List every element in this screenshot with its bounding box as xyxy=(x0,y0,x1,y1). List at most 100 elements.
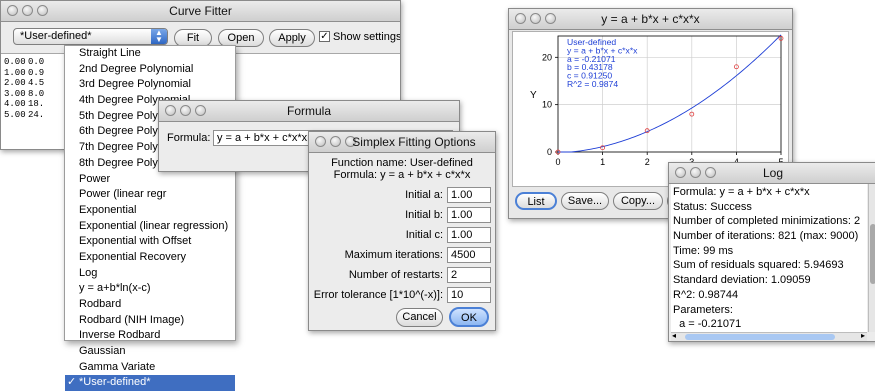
menu-item-label: Power xyxy=(79,173,110,185)
window-title: Simplex Fitting Options xyxy=(333,135,495,149)
data-y: 8.0 xyxy=(28,89,44,99)
close-icon[interactable] xyxy=(315,136,326,147)
data-row: 0.000.0 xyxy=(4,57,44,68)
menu-item[interactable]: 3rd Degree Polynomial xyxy=(65,77,235,93)
fit-type-menu: Straight Line 2nd Degree Polynomial 3rd De… xyxy=(64,45,236,341)
show-settings-checkbox[interactable]: ✓ xyxy=(319,31,330,42)
menu-item[interactable]: Straight Line xyxy=(65,46,235,62)
data-row: 5.0024. xyxy=(4,110,44,121)
log-line: Number of completed minimizations: 2 xyxy=(673,214,860,229)
cancel-button[interactable]: Cancel xyxy=(396,308,443,327)
menu-item[interactable]: Gaussian xyxy=(65,344,235,360)
menu-item[interactable]: Gamma Variate xyxy=(65,360,235,376)
x-tick-label: 0 xyxy=(555,157,560,167)
data-x: 2.00 xyxy=(4,78,28,89)
simplex-titlebar[interactable]: Simplex Fitting Options xyxy=(309,132,495,153)
data-x: 5.00 xyxy=(4,110,28,121)
log-line: Time: 99 ms xyxy=(673,244,860,259)
window-title: Formula xyxy=(159,104,459,118)
menu-item[interactable]: Power (linear regr xyxy=(65,187,235,203)
option-label: Number of restarts: xyxy=(349,269,443,281)
menu-item-label: *User-defined* xyxy=(79,376,151,388)
log-line: Status: Success xyxy=(673,200,860,215)
x-tick-label: 1 xyxy=(600,157,605,167)
log-lines: Formula: y = a + b*x + c*x*xStatus: Succ… xyxy=(673,185,860,332)
data-y: 0.0 xyxy=(28,57,44,67)
menu-item-label: Straight Line xyxy=(79,47,141,59)
menu-item[interactable]: Exponential (linear regression) xyxy=(65,219,235,235)
option-input[interactable]: 1.00 xyxy=(447,227,491,243)
option-label: Initial b: xyxy=(405,209,443,221)
scroll-thumb[interactable] xyxy=(685,334,835,340)
scroll-left-icon[interactable]: ◂ xyxy=(672,331,676,340)
window-title: y = a + b*x + c*x*x xyxy=(509,12,792,26)
menu-item[interactable]: Exponential xyxy=(65,203,235,219)
formula-line: Formula: y = a + b*x + c*x*x xyxy=(309,169,495,181)
log-line: Standard deviation: 1.09059 xyxy=(673,273,860,288)
menu-item[interactable]: Exponential with Offset xyxy=(65,234,235,250)
menu-item-label: Log xyxy=(79,267,97,279)
data-x: 3.00 xyxy=(4,89,28,100)
data-row: 2.004.5 xyxy=(4,78,44,89)
x-tick-label: 2 xyxy=(645,157,650,167)
log-line: Sum of residuals squared: 5.94693 xyxy=(673,258,860,273)
dropdown-value: *User-defined* xyxy=(20,30,92,42)
menu-item-label: 7th Degree Polyno xyxy=(79,141,170,153)
menu-item[interactable]: ✓*User-defined* xyxy=(65,375,235,391)
option-label: Initial c: xyxy=(406,229,443,241)
ok-button[interactable]: OK xyxy=(449,307,489,327)
menu-item[interactable]: Exponential Recovery xyxy=(65,250,235,266)
y-axis-label: Y xyxy=(530,90,537,101)
window-title: Log xyxy=(669,166,875,180)
apply-button[interactable]: Apply xyxy=(269,29,315,47)
menu-item[interactable]: Log xyxy=(65,266,235,282)
window-title: Curve Fitter xyxy=(1,4,400,18)
log-line: Number of iterations: 821 (max: 9000) xyxy=(673,229,860,244)
save-button[interactable]: Save... xyxy=(561,192,609,210)
data-x: 4.00 xyxy=(4,99,28,110)
copy-button[interactable]: Copy... xyxy=(613,192,663,210)
option-label: Error tolerance [1*10^(-x)]: xyxy=(314,289,443,301)
log-window: Log Formula: y = a + b*x + c*x*xStatus: … xyxy=(668,162,875,342)
log-line: Parameters: xyxy=(673,303,860,318)
log-titlebar[interactable]: Log xyxy=(669,163,875,184)
menu-item[interactable]: Power xyxy=(65,172,235,188)
menu-item-label: Exponential (linear regression) xyxy=(79,220,228,232)
menu-item-label: 2nd Degree Polynomial xyxy=(79,63,193,75)
y-tick-label: 10 xyxy=(542,100,552,110)
data-x: 0.00 xyxy=(4,57,28,68)
menu-item-label: 3rd Degree Polynomial xyxy=(79,78,191,90)
menu-item[interactable]: Rodbard (NIH Image) xyxy=(65,313,235,329)
scroll-thumb[interactable] xyxy=(870,224,875,284)
menu-item[interactable]: y = a+b*ln(x-c) xyxy=(65,281,235,297)
option-input[interactable]: 1.00 xyxy=(447,187,491,203)
fit-type-dropdown[interactable]: *User-defined* ▲▼ xyxy=(13,28,168,45)
menu-item-label: Exponential Recovery xyxy=(79,251,186,263)
data-y: 24. xyxy=(28,110,44,120)
checkmark-icon: ✓ xyxy=(67,375,76,391)
curve-fitter-titlebar[interactable]: Curve Fitter xyxy=(1,1,400,22)
menu-item-label: y = a+b*ln(x-c) xyxy=(79,282,151,294)
option-input[interactable]: 10 xyxy=(447,287,491,303)
menu-item[interactable]: Rodbard xyxy=(65,297,235,313)
scroll-right-icon[interactable]: ▸ xyxy=(861,331,865,340)
menu-item[interactable]: Inverse Rodbard xyxy=(65,328,235,344)
log-text-area[interactable]: Formula: y = a + b*x + c*x*xStatus: Succ… xyxy=(671,184,867,332)
menu-item[interactable]: 2nd Degree Polynomial xyxy=(65,62,235,78)
option-input[interactable]: 2 xyxy=(447,267,491,283)
plot-titlebar[interactable]: y = a + b*x + c*x*x xyxy=(509,9,792,30)
data-y: 4.5 xyxy=(28,78,44,88)
formula-titlebar[interactable]: Formula xyxy=(159,101,459,122)
data-y: 0.9 xyxy=(28,68,44,78)
option-input[interactable]: 4500 xyxy=(447,247,491,263)
menu-item-label: Rodbard xyxy=(79,298,121,310)
chevron-up-down-icon: ▲▼ xyxy=(151,29,167,44)
menu-item-label: 5th Degree Polyno xyxy=(79,110,170,122)
log-vertical-scrollbar[interactable] xyxy=(868,184,875,332)
menu-item-label: Exponential xyxy=(79,204,137,216)
list-button[interactable]: List xyxy=(515,192,557,210)
menu-item-label: Inverse Rodbard xyxy=(79,329,160,341)
fit-annotation-line: R^2 = 0.9874 xyxy=(567,79,618,89)
data-row: 4.0018. xyxy=(4,99,44,110)
option-input[interactable]: 1.00 xyxy=(447,207,491,223)
